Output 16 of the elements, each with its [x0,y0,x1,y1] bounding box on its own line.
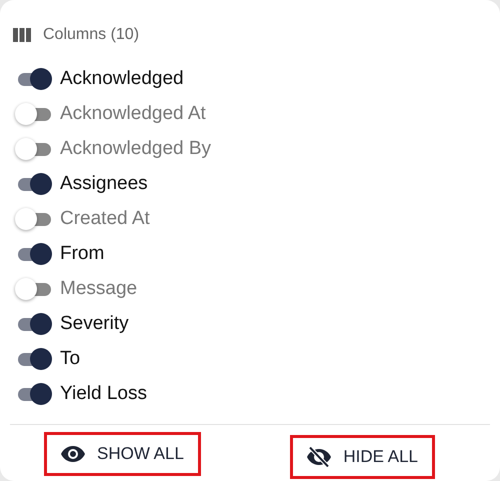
column-label: Acknowledged By [60,138,212,160]
show-all-button[interactable]: SHOW ALL [44,432,201,476]
column-label: To [60,348,80,370]
column-label: Assignees [60,172,148,194]
column-label: Created At [60,208,150,230]
eye-slash-icon [307,447,332,467]
column-label: Severity [60,312,129,334]
column-label: Message [60,278,138,300]
column-label: Acknowledged [60,68,184,90]
column-label: Yield Loss [60,382,147,404]
panel-title: Columns (10) [43,26,140,44]
column-label: From [60,242,104,264]
eye-icon [61,446,85,462]
hide-all-button[interactable]: HIDE ALL [290,435,435,479]
columns-icon [13,28,31,42]
column-label: Acknowledged At [60,102,206,124]
